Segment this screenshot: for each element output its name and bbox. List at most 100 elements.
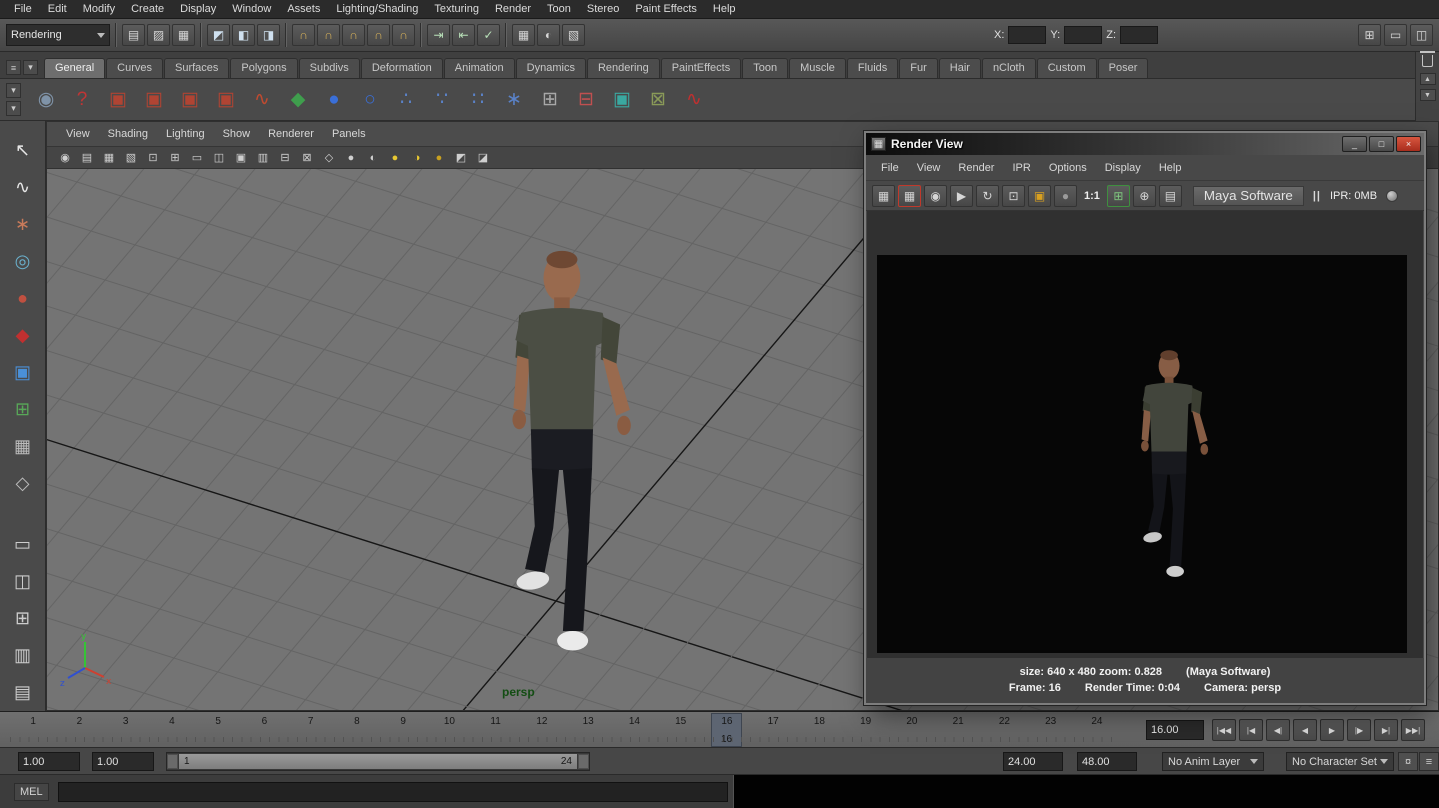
shelf-tab[interactable]: nCloth bbox=[982, 58, 1036, 78]
range-slider-track[interactable]: 1 24 bbox=[166, 752, 590, 771]
render-view-titlebar[interactable]: ▦ Render View _□× bbox=[866, 133, 1424, 155]
single-pane-layout-icon[interactable]: ▭ bbox=[5, 527, 41, 562]
lasso-select-tool-icon[interactable]: ∿ bbox=[5, 170, 41, 205]
menuset-dropdown[interactable]: Rendering bbox=[6, 24, 110, 46]
snap-to-curve-icon[interactable]: ∩ bbox=[317, 24, 340, 46]
grid-toggle-icon[interactable]: ⊞ bbox=[165, 149, 185, 167]
soft-modification-tool-icon[interactable]: ◎ bbox=[5, 244, 41, 279]
spline-ik-icon[interactable]: ∷ bbox=[461, 83, 495, 117]
step-back-frame-button[interactable]: ◀| bbox=[1266, 719, 1290, 741]
character-set-dropdown[interactable]: No Character Set bbox=[1286, 752, 1394, 771]
shelf-tab[interactable]: Polygons bbox=[230, 58, 297, 78]
shelf-tab-options-icon[interactable]: ▾ bbox=[23, 60, 38, 75]
select-hierarchy-icon[interactable]: ◩ bbox=[207, 24, 230, 46]
shelf-tab[interactable]: Muscle bbox=[789, 58, 846, 78]
menu-item[interactable]: Stereo bbox=[579, 0, 627, 19]
camera-attributes-icon[interactable]: ▤ bbox=[77, 149, 97, 167]
camera-bookmarks-icon[interactable]: ▦ bbox=[99, 149, 119, 167]
x-coordinate-input[interactable] bbox=[1008, 26, 1046, 44]
shelf-tab[interactable]: Subdivs bbox=[299, 58, 360, 78]
render-globe-icon[interactable]: ◉ bbox=[29, 83, 63, 117]
menu-item[interactable]: Toon bbox=[539, 0, 579, 19]
small-sphere-icon[interactable]: ○ bbox=[353, 83, 387, 117]
maximize-button[interactable]: □ bbox=[1369, 136, 1394, 152]
snap-to-plane-icon[interactable]: ∩ bbox=[367, 24, 390, 46]
panel-menu-item[interactable]: Renderer bbox=[259, 128, 323, 140]
use-all-lights-icon[interactable]: ● bbox=[385, 149, 405, 167]
ipr-update-region-icon[interactable]: ⊡ bbox=[1002, 185, 1025, 207]
paint-brush-icon[interactable]: ∿ bbox=[677, 83, 711, 117]
panel-menu-item[interactable]: Lighting bbox=[157, 128, 214, 140]
new-scene-icon[interactable]: ▤ bbox=[122, 24, 145, 46]
save-scene-icon[interactable]: ▦ bbox=[172, 24, 195, 46]
shelf-collapse-icon[interactable]: ▾ bbox=[6, 101, 21, 116]
get-brush-icon[interactable]: ◆ bbox=[281, 83, 315, 117]
paint-effects-swirl-icon[interactable]: ∿ bbox=[245, 83, 279, 117]
select-tool-icon[interactable]: ↖ bbox=[5, 133, 41, 168]
shelf-tab[interactable]: Custom bbox=[1037, 58, 1097, 78]
command-language-toggle[interactable]: MEL bbox=[14, 783, 49, 801]
render-view-menu-item[interactable]: Display bbox=[1096, 162, 1150, 174]
shelf-expand-icon[interactable]: ▾ bbox=[6, 83, 21, 98]
isolate-select-icon[interactable]: ◩ bbox=[451, 149, 471, 167]
step-forward-key-button[interactable]: ▶| bbox=[1374, 719, 1398, 741]
shelf-menu-icon[interactable]: ≡ bbox=[6, 60, 21, 75]
playback-end-field[interactable] bbox=[1003, 752, 1063, 771]
sidebar-toggle-icon[interactable]: ◫ bbox=[1410, 24, 1433, 46]
renderer-dropdown[interactable]: Maya Software bbox=[1193, 186, 1304, 206]
safe-title-icon[interactable]: ⊠ bbox=[297, 149, 317, 167]
ipr-render-icon[interactable]: ▶ bbox=[950, 185, 973, 207]
menu-item[interactable]: Lighting/Shading bbox=[328, 0, 426, 19]
shelf-tab[interactable]: PaintEffects bbox=[661, 58, 742, 78]
trash-icon[interactable] bbox=[1422, 55, 1433, 67]
set-key-icon[interactable]: ⊟ bbox=[569, 83, 603, 117]
show-manipulators-icon[interactable]: ⊞ bbox=[1358, 24, 1381, 46]
cluster-icon[interactable]: ∗ bbox=[497, 83, 531, 117]
joint-tool-icon[interactable]: ∴ bbox=[389, 83, 423, 117]
shelf-tab[interactable]: Fluids bbox=[847, 58, 898, 78]
scroll-up-icon[interactable]: ▲ bbox=[1420, 73, 1436, 85]
render-view-menu-item[interactable]: Help bbox=[1150, 162, 1191, 174]
render-view-menu-item[interactable]: File bbox=[872, 162, 908, 174]
camera-aim-icon[interactable]: ▣ bbox=[137, 83, 171, 117]
go-to-end-button[interactable]: ▶▶| bbox=[1401, 719, 1425, 741]
hypergraph-layout-icon[interactable]: ▤ bbox=[5, 675, 41, 710]
y-coordinate-input[interactable] bbox=[1064, 26, 1102, 44]
menu-item[interactable]: Texturing bbox=[426, 0, 487, 19]
step-back-key-button[interactable]: |◀ bbox=[1239, 719, 1263, 741]
range-start-handle[interactable] bbox=[167, 754, 178, 769]
menu-item[interactable]: Create bbox=[123, 0, 172, 19]
shelf-tab[interactable]: Dynamics bbox=[516, 58, 586, 78]
safe-action-icon[interactable]: ⊟ bbox=[275, 149, 295, 167]
gate-mask-icon[interactable]: ▣ bbox=[231, 149, 251, 167]
menu-item[interactable]: Modify bbox=[75, 0, 123, 19]
zoom-ratio-label[interactable]: 1:1 bbox=[1084, 190, 1100, 202]
render-canvas[interactable] bbox=[867, 211, 1423, 658]
textured-mode-icon[interactable]: ◐ bbox=[363, 149, 383, 167]
command-line-input[interactable] bbox=[58, 782, 728, 802]
rendered-image[interactable] bbox=[877, 255, 1407, 653]
film-gate-icon[interactable]: ▭ bbox=[187, 149, 207, 167]
construction-history-icon[interactable]: ✓ bbox=[477, 24, 500, 46]
shelf-tab[interactable]: Animation bbox=[444, 58, 515, 78]
menu-item[interactable]: Help bbox=[705, 0, 744, 19]
range-slider-bar[interactable] bbox=[179, 754, 577, 769]
snapshot-icon[interactable]: ◉ bbox=[924, 185, 947, 207]
four-pane-layout-icon[interactable]: ⊞ bbox=[5, 601, 41, 636]
paint-select-tool-icon[interactable]: ∗ bbox=[5, 207, 41, 242]
playback-start-field[interactable] bbox=[92, 752, 154, 771]
alpha-channel-icon[interactable]: ● bbox=[1054, 185, 1077, 207]
move-tool-icon[interactable]: ● bbox=[5, 281, 41, 316]
camera-from-view-icon[interactable]: ▣ bbox=[209, 83, 243, 117]
scale-tool-icon[interactable]: ▣ bbox=[5, 355, 41, 390]
last-tool-icon[interactable]: ◇ bbox=[5, 466, 41, 501]
shelf-tab[interactable]: Curves bbox=[106, 58, 163, 78]
rgb-channels-icon[interactable]: ▣ bbox=[1028, 185, 1051, 207]
shelf-tab[interactable]: General bbox=[44, 58, 105, 78]
hypergraph-icon[interactable]: ⊞ bbox=[533, 83, 567, 117]
show-manipulator-tool-icon[interactable]: ▦ bbox=[5, 429, 41, 464]
render-view-menu-item[interactable]: View bbox=[908, 162, 950, 174]
step-forward-frame-button[interactable]: |▶ bbox=[1347, 719, 1371, 741]
animation-start-field[interactable] bbox=[18, 752, 80, 771]
play-forward-button[interactable]: ▶ bbox=[1320, 719, 1344, 741]
